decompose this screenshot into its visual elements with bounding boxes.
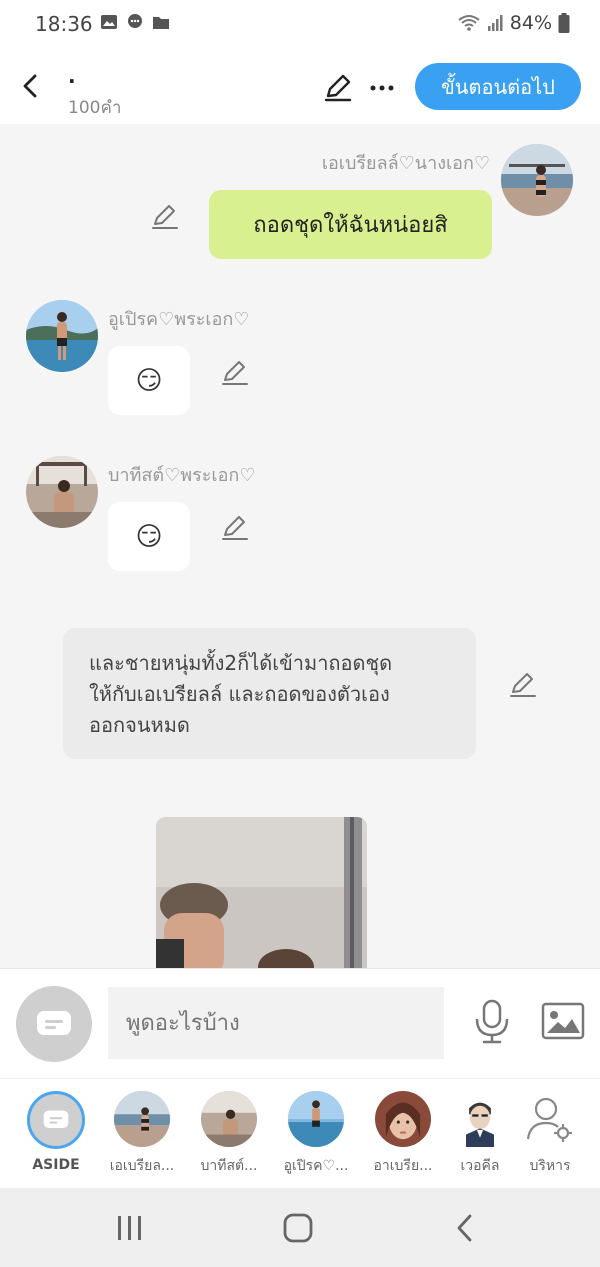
back-nav-icon[interactable] bbox=[448, 1212, 484, 1244]
avatar-baptiste[interactable] bbox=[26, 456, 98, 528]
message-bubble[interactable]: ถอดชุดให้ฉันหน่อยสิ bbox=[209, 190, 492, 259]
story-title: . bbox=[68, 64, 76, 88]
battery-icon bbox=[558, 13, 570, 33]
recent-apps-icon[interactable] bbox=[112, 1212, 148, 1244]
edit-message-icon[interactable] bbox=[508, 670, 538, 700]
character-abria[interactable]: อาเบรีย... bbox=[363, 1091, 443, 1177]
avatar bbox=[522, 1091, 578, 1147]
back-button[interactable] bbox=[12, 68, 48, 104]
battery-percent: 84% bbox=[509, 12, 552, 34]
character-label: เอเบรียล... bbox=[109, 1158, 175, 1174]
system-navigation-bar bbox=[0, 1188, 600, 1267]
top-app-bar: . 100คำ ขั้นตอนต่อไป bbox=[0, 50, 600, 124]
character-baptiste[interactable]: บาทีสต์... bbox=[189, 1091, 269, 1177]
message-bubble[interactable]: 😏 bbox=[108, 502, 190, 571]
aside-toggle-button[interactable] bbox=[16, 986, 92, 1062]
edit-title-icon[interactable] bbox=[322, 72, 354, 104]
speaker-name: อูเปิรค♡พระเอก♡ bbox=[108, 309, 250, 330]
avatar bbox=[288, 1091, 344, 1147]
status-time: 18:36 bbox=[35, 12, 93, 36]
microphone-icon[interactable] bbox=[472, 999, 512, 1045]
avatar bbox=[201, 1091, 257, 1147]
message-input-bar bbox=[0, 968, 600, 1078]
chat-area[interactable]: เอเบรียลล์♡นางเอก♡ ถอดชุดให้ฉันหน่อยสิ อ… bbox=[0, 124, 600, 968]
avatar-uperk[interactable] bbox=[26, 300, 98, 372]
signal-icon bbox=[487, 15, 503, 31]
edit-message-icon[interactable] bbox=[150, 202, 180, 232]
aside-avatar bbox=[27, 1091, 85, 1149]
character-aside[interactable]: ASIDE bbox=[16, 1091, 96, 1173]
manage-user-gear-icon bbox=[526, 1097, 572, 1142]
wifi-icon bbox=[458, 15, 480, 31]
next-step-button[interactable]: ขั้นตอนต่อไป bbox=[415, 63, 581, 110]
speaker-name: เอเบรียลล์♡นางเอก♡ bbox=[321, 153, 490, 174]
chevron-left-icon bbox=[23, 74, 37, 98]
character-label: บริหาร bbox=[529, 1158, 571, 1174]
character-abriel[interactable]: เอเบรียล... bbox=[102, 1091, 182, 1177]
gallery-icon bbox=[101, 15, 117, 29]
folder-icon bbox=[153, 17, 169, 29]
avatar-abriel[interactable] bbox=[501, 144, 573, 216]
home-icon[interactable] bbox=[280, 1212, 316, 1244]
narration-line: ออกจนหมด bbox=[89, 713, 190, 737]
character-selector: ASIDE เอเบรียล... บาทีสต์... อูเปิรค♡...… bbox=[0, 1078, 600, 1188]
aside-bubble-icon bbox=[37, 1011, 71, 1035]
status-bar: 18:36 84% bbox=[0, 0, 600, 50]
more-options-button[interactable] bbox=[368, 72, 396, 104]
character-label: ASIDE bbox=[32, 1157, 80, 1173]
notification-icons bbox=[100, 13, 170, 31]
character-manage[interactable]: บริหาร bbox=[510, 1091, 590, 1177]
character-uperk[interactable]: อูเปิรค♡... bbox=[276, 1091, 356, 1177]
edit-message-icon[interactable] bbox=[220, 513, 250, 543]
avatar bbox=[452, 1091, 508, 1147]
aside-bubble-icon bbox=[43, 1110, 69, 1128]
speaker-name: บาทีสต์♡พระเอก♡ bbox=[108, 465, 256, 486]
message-photo[interactable] bbox=[156, 817, 367, 968]
character-label: อูเปิรค♡... bbox=[283, 1158, 349, 1174]
word-count: 100คำ bbox=[68, 98, 122, 118]
character-label: อาเบรีย... bbox=[373, 1158, 433, 1174]
message-bubble[interactable]: 😏 bbox=[108, 346, 190, 415]
narration-line: และชายหนุ่มทั้ง2ก็ได้เข้ามาถอดชุด bbox=[89, 651, 393, 675]
character-label: บาทีสต์... bbox=[200, 1158, 258, 1174]
more-dots-icon bbox=[370, 85, 394, 91]
avatar bbox=[114, 1091, 170, 1147]
chat-bubble-icon bbox=[128, 14, 142, 28]
narration-bubble[interactable]: และชายหนุ่มทั้ง2ก็ได้เข้ามาถอดชุด ให้กับ… bbox=[63, 628, 476, 759]
message-input[interactable] bbox=[108, 987, 444, 1059]
character-label: เวอคีล bbox=[460, 1158, 500, 1174]
narration-line: ให้กับเอเบรียลล์ และถอดของตัวเอง bbox=[89, 682, 390, 706]
edit-message-icon[interactable] bbox=[220, 358, 250, 388]
character-vercil[interactable]: เวอคีล bbox=[440, 1091, 520, 1177]
image-upload-icon[interactable] bbox=[541, 1001, 585, 1041]
avatar bbox=[375, 1091, 431, 1147]
